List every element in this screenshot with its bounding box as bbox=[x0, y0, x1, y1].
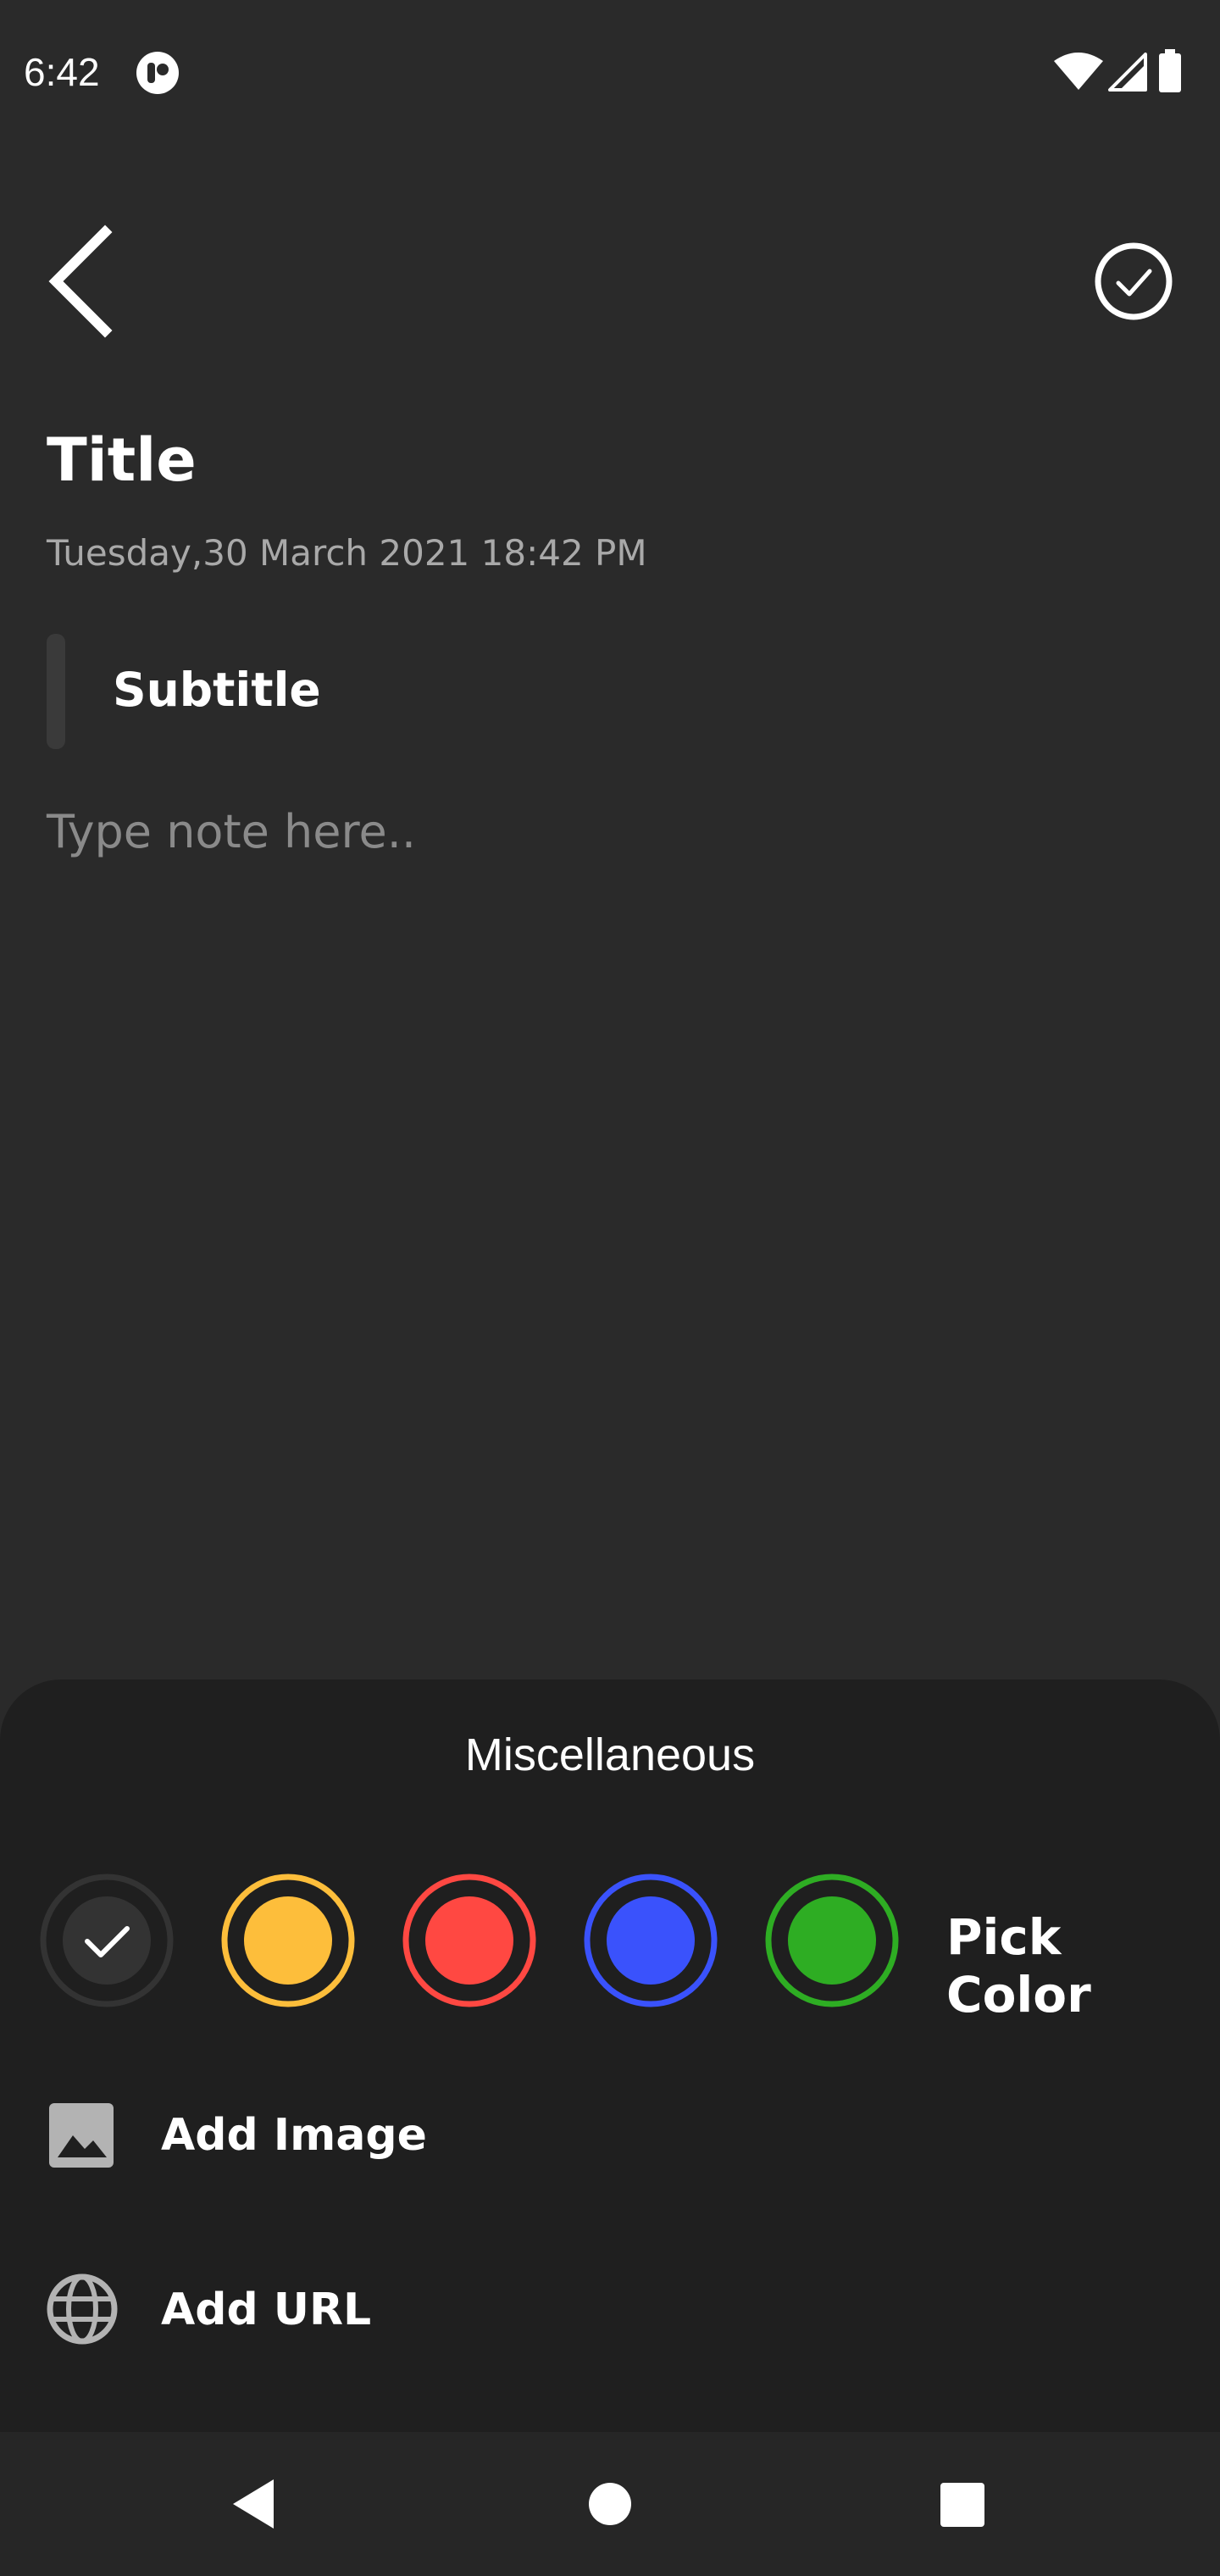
color-swatch-green[interactable] bbox=[764, 1873, 900, 2008]
system-nav-bar bbox=[0, 2432, 1220, 2576]
back-button[interactable] bbox=[41, 222, 117, 341]
recents-square-icon bbox=[940, 2483, 984, 2527]
status-time: 6:42 bbox=[24, 50, 100, 94]
add-url-label: Add URL bbox=[161, 2285, 372, 2335]
save-note-button[interactable] bbox=[1093, 241, 1174, 322]
sheet-title: Miscellaneous bbox=[464, 1729, 756, 1780]
home-circle-icon bbox=[589, 2483, 631, 2525]
color-swatch-default[interactable] bbox=[39, 1873, 175, 2008]
blue-circle-icon bbox=[584, 1874, 718, 2007]
red-circle-icon bbox=[402, 1874, 536, 2007]
note-editor-screen: 6:42 Title Tuesday,30 March 2021 18:42 P… bbox=[0, 0, 1220, 2576]
color-swatch-yellow[interactable] bbox=[220, 1873, 356, 2008]
wifi-icon bbox=[1054, 53, 1103, 90]
note-title-input[interactable]: Title bbox=[47, 428, 1148, 493]
cellular-signal-icon bbox=[1108, 53, 1147, 92]
color-swatch-blue[interactable] bbox=[583, 1873, 718, 2008]
check-circle-icon bbox=[1095, 242, 1173, 320]
nav-recents-button[interactable] bbox=[923, 2466, 1000, 2542]
note-subtitle-input[interactable]: Subtitle bbox=[113, 663, 321, 717]
add-url-button[interactable]: Add URL bbox=[0, 2246, 1220, 2373]
color-swatch-red[interactable] bbox=[402, 1873, 537, 2008]
green-circle-icon bbox=[765, 1874, 899, 2007]
nav-back-button[interactable] bbox=[216, 2466, 292, 2542]
globe-icon bbox=[47, 2273, 118, 2345]
chevron-left-icon bbox=[48, 225, 113, 338]
nav-home-button[interactable] bbox=[572, 2466, 648, 2542]
pick-color-button[interactable]: Pick Color bbox=[946, 1908, 1220, 2024]
note-body-input[interactable]: Type note here.. bbox=[47, 805, 1148, 1568]
back-triangle-icon bbox=[233, 2479, 274, 2529]
status-bar: 6:42 bbox=[0, 0, 1220, 144]
selected-check-icon bbox=[40, 1874, 174, 2007]
image-icon bbox=[49, 2103, 114, 2168]
add-image-button[interactable]: Add Image bbox=[0, 2071, 1220, 2198]
battery-icon bbox=[1159, 49, 1181, 92]
app-notification-icon bbox=[136, 52, 179, 94]
status-icons bbox=[1054, 49, 1198, 97]
subtitle-indicator bbox=[47, 634, 65, 749]
note-datetime: Tuesday,30 March 2021 18:42 PM bbox=[47, 532, 647, 574]
yellow-circle-icon bbox=[221, 1874, 355, 2007]
add-image-label: Add Image bbox=[161, 2110, 427, 2161]
miscellaneous-sheet: Miscellaneous Pick Color Add Image Add U… bbox=[0, 1679, 1220, 2432]
